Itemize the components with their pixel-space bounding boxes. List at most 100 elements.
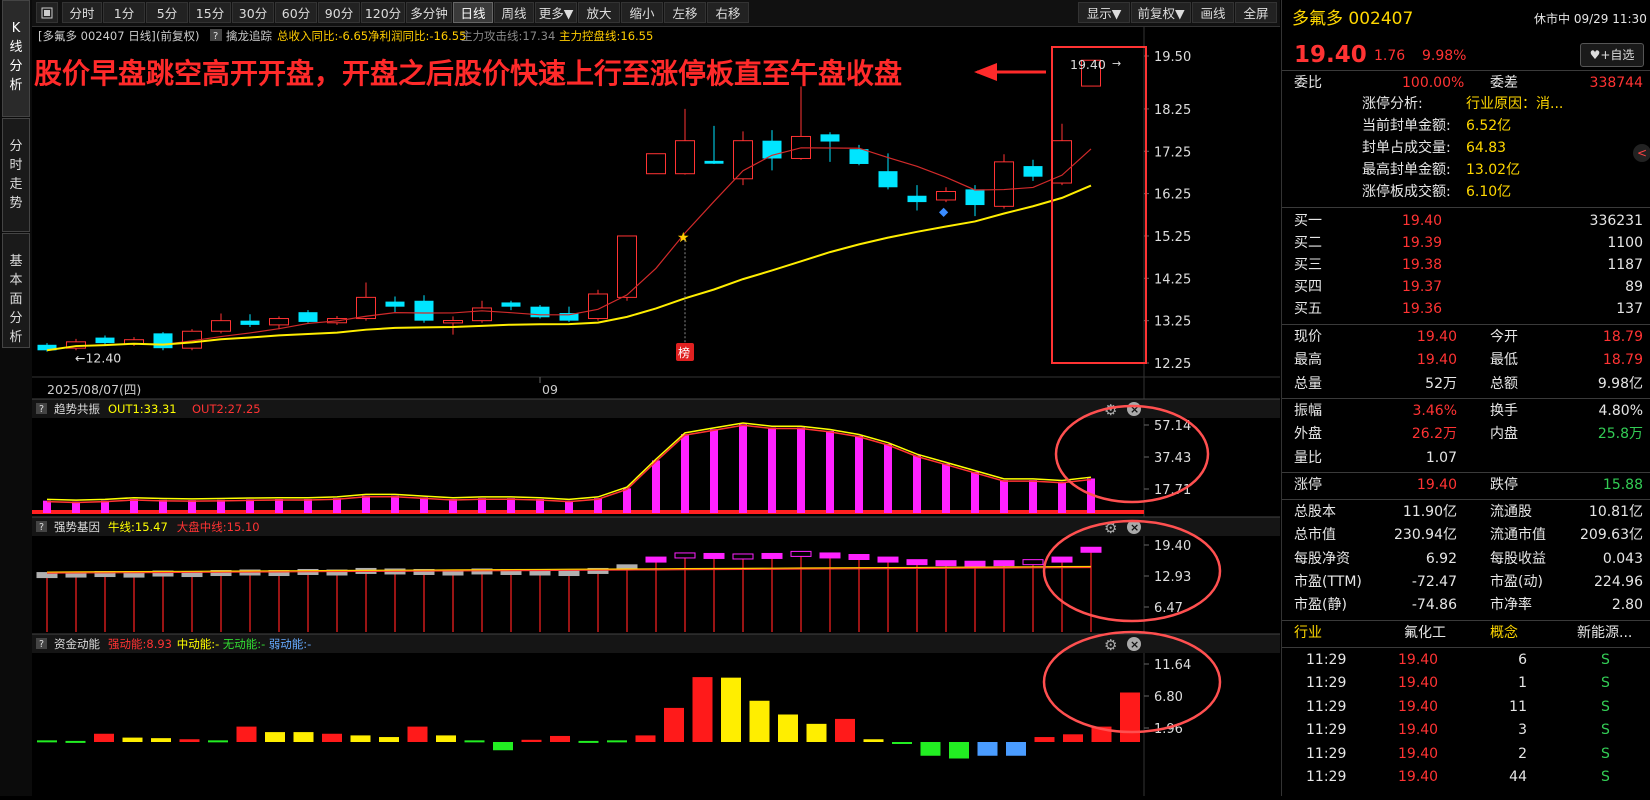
stat-label: 总市值 bbox=[1294, 527, 1336, 544]
toolbar-btn-9[interactable]: 日线 bbox=[453, 2, 493, 23]
stat-value: 26.2万 bbox=[1411, 426, 1457, 443]
momentum-bar bbox=[749, 700, 770, 742]
toolbar-right-btn-0[interactable]: 显示▼ bbox=[1078, 2, 1130, 23]
candle-body bbox=[994, 161, 1014, 207]
trend-bar bbox=[217, 499, 225, 513]
toolbar-btn-1[interactable]: 1分 bbox=[103, 2, 145, 23]
panel-divider bbox=[1282, 619, 1650, 621]
gene-block bbox=[674, 552, 696, 559]
candle-body bbox=[240, 320, 260, 325]
toolbar-btn-7[interactable]: 120分 bbox=[361, 2, 405, 23]
momentum-bar bbox=[436, 735, 456, 742]
gene-block bbox=[877, 556, 899, 563]
datetime-text: 09/29 11:30 bbox=[1573, 12, 1647, 26]
stat-value: 10.81亿 bbox=[1588, 504, 1643, 521]
trend-bar bbox=[681, 434, 689, 513]
close-glyph: × bbox=[1130, 521, 1139, 534]
tick-side: S bbox=[1601, 698, 1610, 715]
sub-axis-label: 12.93 bbox=[1154, 570, 1191, 585]
toolbar-btn-15[interactable]: 右移 bbox=[707, 2, 749, 23]
stat-value: 19.40 bbox=[1416, 352, 1457, 369]
limit-info-value: 64.83 bbox=[1466, 140, 1507, 156]
quote-panel: 多氟多 002407 休市中 09/29 11:30 19.40 1.76 9.… bbox=[1281, 0, 1650, 796]
chart-svg[interactable]: [多氟多 002407 日线] (前复权)? 擒龙追踪 总收入同比:-6.65 净利润同… bbox=[32, 27, 1280, 796]
stat-value: 2.80 bbox=[1611, 597, 1643, 614]
toolbar-right-btn-3[interactable]: 全屏 bbox=[1235, 2, 1277, 23]
stat-label: 市净率 bbox=[1490, 597, 1532, 614]
toolbar-btn-10[interactable]: 周线 bbox=[494, 2, 534, 23]
stat-label: 最低 bbox=[1490, 352, 1518, 369]
left-tab-2[interactable]: 基本面分析 bbox=[2, 233, 30, 348]
momentum-bar bbox=[94, 733, 114, 742]
trend-bar bbox=[478, 498, 486, 513]
collapse-arrow-icon[interactable]: < bbox=[1633, 144, 1650, 162]
quote-row: 总股本 11.90亿 流通股 10.81亿 bbox=[1282, 501, 1650, 524]
tick-price: 19.40 bbox=[1398, 745, 1439, 762]
toolbar-btn-11[interactable]: 更多▼ bbox=[535, 2, 577, 23]
momentum-bar bbox=[664, 707, 684, 742]
settings-gear-icon[interactable]: ⚙ bbox=[1104, 636, 1117, 654]
trend-bar bbox=[101, 500, 109, 513]
industry-label: 行业 bbox=[1294, 624, 1322, 641]
toolbar-btn-4[interactable]: 30分 bbox=[232, 2, 274, 23]
left-tab-1[interactable]: 分时走势 bbox=[2, 118, 30, 232]
gene-block bbox=[906, 559, 928, 566]
left-tab-0[interactable]: K线分析 bbox=[2, 0, 30, 117]
quote-row: 涨停 19.40 跌停 15.88 bbox=[1282, 474, 1650, 497]
trend-bar bbox=[449, 499, 457, 513]
annotation-text: 股价早盘跳空高开开盘，开盘之后股价快速上行至涨停板直至午盘收盘 bbox=[34, 57, 902, 90]
stat-label: 量比 bbox=[1294, 449, 1322, 466]
quote-row: 委比 100.00% 委差 338744 bbox=[1282, 72, 1650, 95]
sub-panel-title: 强势基因 bbox=[54, 520, 100, 534]
stat-label: 涨停 bbox=[1294, 476, 1322, 493]
toolbar-btn-5[interactable]: 60分 bbox=[275, 2, 317, 23]
toolbar-btn-8[interactable]: 多分钟 bbox=[406, 2, 452, 23]
quote-row: 11:29 19.40 1 S bbox=[1282, 672, 1650, 695]
expand-icon[interactable] bbox=[36, 2, 58, 23]
limit-info-label: 涨停板成交额: bbox=[1362, 184, 1451, 200]
gene-block bbox=[848, 554, 870, 560]
stat-value: -74.86 bbox=[1411, 597, 1457, 614]
industry-value: 氟化工 bbox=[1404, 624, 1446, 641]
toolbar-right-btn-1[interactable]: 前复权▼ bbox=[1131, 2, 1191, 23]
quote-row: 振幅 3.46% 换手 4.80% bbox=[1282, 400, 1650, 423]
quote-row: 最高封单金额: 13.02亿 bbox=[1282, 159, 1650, 182]
toolbar-btn-0[interactable]: 分时 bbox=[62, 2, 102, 23]
limit-info-label: 封单占成交量: bbox=[1362, 140, 1451, 156]
tick-side: S bbox=[1601, 651, 1610, 668]
bid-price: 19.38 bbox=[1402, 257, 1443, 273]
limit-info-label: 最高封单金额: bbox=[1362, 162, 1451, 178]
candle-body bbox=[95, 337, 115, 344]
momentum-bar bbox=[692, 677, 713, 742]
bid-volume: 1100 bbox=[1607, 235, 1643, 251]
momentum-bar bbox=[949, 742, 969, 759]
toolbar-btn-3[interactable]: 15分 bbox=[189, 2, 231, 23]
toolbar-btn-12[interactable]: 放大 bbox=[578, 2, 620, 23]
candle-body bbox=[1052, 140, 1072, 184]
rank-badge-label: 榜 bbox=[678, 345, 690, 360]
candle-body bbox=[472, 307, 492, 322]
toolbar-btn-13[interactable]: 缩小 bbox=[621, 2, 663, 23]
bid-price: 19.39 bbox=[1402, 235, 1443, 251]
stat-label: 换手 bbox=[1490, 402, 1518, 419]
momentum-bar bbox=[920, 742, 941, 756]
bid-volume: 89 bbox=[1625, 279, 1643, 295]
momentum-bar bbox=[65, 740, 86, 743]
toolbar-btn-2[interactable]: 5分 bbox=[146, 2, 188, 23]
price-change: 1.76 bbox=[1374, 48, 1406, 64]
tick-time: 11:29 bbox=[1306, 675, 1347, 692]
trend-bar bbox=[275, 499, 283, 513]
bid-price: 19.36 bbox=[1402, 301, 1443, 317]
toolbar-btn-6[interactable]: 90分 bbox=[318, 2, 360, 23]
stock-app: K线分析 分时走势 基本面分析 分时 1分 5分 15分 30分 60分 90分 120分 多分钟日… bbox=[0, 0, 1650, 796]
add-watchlist-button[interactable]: ♥+自选 bbox=[1580, 43, 1644, 67]
quote-row: 当前封单金额: 6.52亿 bbox=[1282, 115, 1650, 138]
toolbar-right-btn-2[interactable]: 画线 bbox=[1192, 2, 1234, 23]
momentum-bar bbox=[379, 737, 399, 742]
trend-bar bbox=[594, 498, 602, 513]
gene-block bbox=[1051, 556, 1073, 563]
candle-body bbox=[878, 171, 898, 188]
toolbar-btn-14[interactable]: 左移 bbox=[664, 2, 706, 23]
panel-divider bbox=[1282, 646, 1650, 648]
candle-body bbox=[907, 195, 927, 203]
